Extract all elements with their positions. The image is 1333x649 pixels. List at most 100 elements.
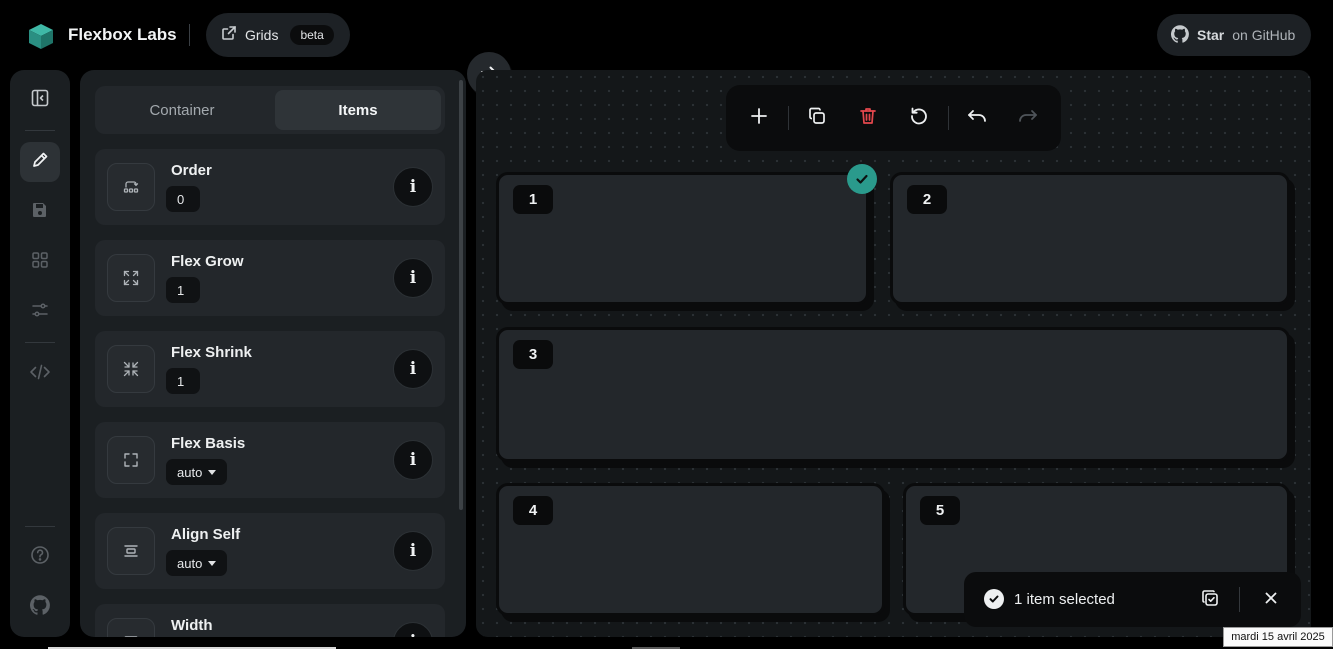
floppy-disk-icon xyxy=(31,201,49,224)
sidebar-panel-icon xyxy=(30,88,50,113)
copy-icon xyxy=(807,106,827,131)
github-icon xyxy=(29,594,50,620)
flex-shrink-value-input[interactable]: 1 xyxy=(166,368,200,394)
templates-button[interactable] xyxy=(20,242,60,282)
property-name: Flex Grow xyxy=(171,253,244,270)
flex-item-1[interactable]: 1 xyxy=(496,172,869,305)
brand-name[interactable]: Flexbox Labs xyxy=(68,25,177,45)
property-name: Order xyxy=(171,162,212,179)
rail-divider xyxy=(25,130,55,131)
sliders-icon xyxy=(31,301,49,324)
toggle-sidebar-button[interactable] xyxy=(20,80,60,120)
property-name: Width xyxy=(171,617,213,634)
property-name: Flex Basis xyxy=(171,435,246,452)
flex-item-3[interactable]: 3 xyxy=(496,327,1290,462)
grids-label: Grids xyxy=(245,27,279,43)
item-number-label: 1 xyxy=(513,185,553,214)
align-self-select[interactable]: auto xyxy=(166,550,228,576)
undo-icon xyxy=(966,107,988,130)
caret-down-icon xyxy=(208,560,217,566)
property-name: Align Self xyxy=(171,526,241,543)
align-self-icon xyxy=(107,527,155,575)
selection-count-text: 1 item selected xyxy=(1014,591,1115,608)
rotate-icon xyxy=(909,106,929,131)
github-link-button[interactable] xyxy=(20,587,60,627)
star-on-github-button[interactable]: Star on GitHub xyxy=(1157,14,1311,56)
question-circle-icon xyxy=(30,545,50,570)
width-info-button[interactable]: i xyxy=(393,622,433,637)
item-number-label: 4 xyxy=(513,496,553,525)
redo-icon xyxy=(1017,107,1039,130)
divider xyxy=(189,24,190,46)
beta-badge: beta xyxy=(290,25,334,45)
add-item-button[interactable] xyxy=(739,98,779,138)
property-value: auto xyxy=(177,555,203,571)
save-button[interactable] xyxy=(20,192,60,232)
duplicate-item-button[interactable] xyxy=(797,98,837,138)
select-all-button[interactable] xyxy=(1196,586,1224,614)
redo-button[interactable] xyxy=(1008,98,1048,138)
pencil-icon xyxy=(31,151,49,174)
panel-scrollbar[interactable] xyxy=(459,80,463,510)
plus-icon xyxy=(750,107,768,130)
align-self-info-button[interactable]: i xyxy=(393,531,433,571)
flex-item-2[interactable]: 2 xyxy=(890,172,1290,305)
top-bar: Flexbox Labs Grids beta Star on GitHub xyxy=(0,0,1333,70)
date-tooltip: mardi 15 avril 2025 xyxy=(1223,627,1333,647)
property-name: Flex Shrink xyxy=(171,344,252,361)
copy-check-icon xyxy=(1200,588,1220,613)
property-order: Order 0 i xyxy=(95,149,445,225)
tab-items[interactable]: Items xyxy=(275,90,441,130)
property-flex-basis: Flex Basis auto i xyxy=(95,422,445,498)
toolbar-divider xyxy=(948,106,949,130)
width-icon xyxy=(107,618,155,637)
external-link-icon xyxy=(221,25,237,46)
order-info-button[interactable]: i xyxy=(393,167,433,207)
flex-basis-select[interactable]: auto xyxy=(166,459,228,485)
tab-container[interactable]: Container xyxy=(99,90,265,130)
trash-icon xyxy=(858,106,878,131)
canvas-toolbar xyxy=(726,85,1061,151)
toast-divider xyxy=(1239,587,1240,612)
code-icon xyxy=(29,363,51,386)
rail-divider xyxy=(25,342,55,343)
reset-button[interactable] xyxy=(899,98,939,138)
flex-shrink-info-button[interactable]: i xyxy=(393,349,433,389)
item-number-label: 5 xyxy=(920,496,960,525)
rail-divider xyxy=(25,526,55,527)
property-flex-grow: Flex Grow 1 i xyxy=(95,240,445,316)
code-button[interactable] xyxy=(20,354,60,394)
properties-panel: Container Items Order 0 i Flex Grow 1 i … xyxy=(80,70,466,637)
github-icon xyxy=(1170,24,1189,46)
undo-button[interactable] xyxy=(957,98,997,138)
delete-item-button[interactable] xyxy=(848,98,888,138)
shrink-icon xyxy=(107,345,155,393)
edit-button[interactable] xyxy=(20,142,60,182)
property-flex-shrink: Flex Shrink 1 i xyxy=(95,331,445,407)
grids-link-button[interactable]: Grids beta xyxy=(206,13,350,57)
toolbar-divider xyxy=(788,106,789,130)
property-value: 1 xyxy=(177,373,185,389)
selection-toast: 1 item selected xyxy=(964,572,1301,627)
item-number-label: 3 xyxy=(513,340,553,369)
help-button[interactable] xyxy=(20,537,60,577)
property-value: 1 xyxy=(177,282,185,298)
flex-grow-value-input[interactable]: 1 xyxy=(166,277,200,303)
flex-basis-info-button[interactable]: i xyxy=(393,440,433,480)
order-icon xyxy=(107,163,155,211)
order-value-input[interactable]: 0 xyxy=(166,186,200,212)
flexbox-labs-logo-icon[interactable] xyxy=(27,22,55,50)
property-value: auto xyxy=(177,464,203,480)
check-circle-icon xyxy=(984,589,1004,609)
property-value: 0 xyxy=(177,191,185,207)
close-toast-button[interactable] xyxy=(1257,586,1285,614)
flex-item-4[interactable]: 4 xyxy=(496,483,885,616)
property-align-self: Align Self auto i xyxy=(95,513,445,589)
item-number-label: 2 xyxy=(907,185,947,214)
basis-icon xyxy=(107,436,155,484)
github-on-label: on GitHub xyxy=(1232,27,1296,43)
property-width: Width i xyxy=(95,604,445,637)
settings-button[interactable] xyxy=(20,292,60,332)
flex-grow-info-button[interactable]: i xyxy=(393,258,433,298)
github-star-label: Star xyxy=(1197,27,1225,43)
